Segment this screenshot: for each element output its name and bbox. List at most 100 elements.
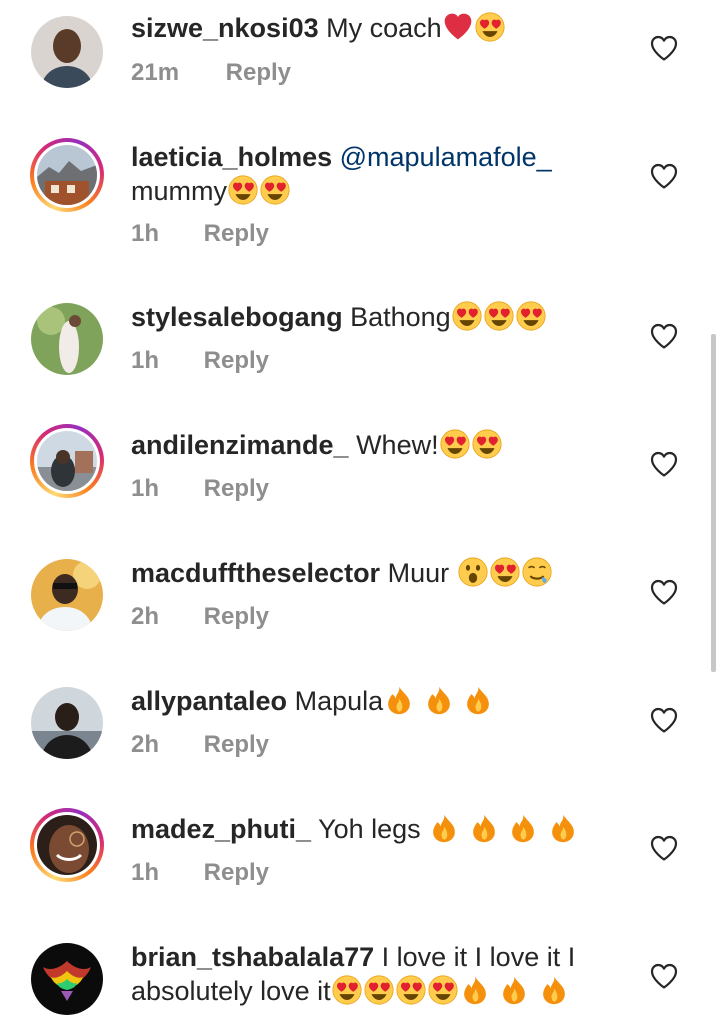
fire-emoji: [499, 975, 529, 1005]
reply-button[interactable]: Reply: [204, 220, 269, 248]
reply-button[interactable]: Reply: [226, 59, 291, 87]
avatar-image: [31, 687, 103, 759]
comment-meta: 1h Reply: [131, 475, 269, 503]
comment-username[interactable]: laeticia_holmes: [131, 142, 332, 172]
avatar-story-ring: [34, 812, 100, 878]
heart-eyes-emoji: [472, 429, 502, 459]
comments-list: sizwe_nkosi03 My coach 21m Reply laetici…: [0, 0, 720, 1022]
reply-button[interactable]: Reply: [204, 347, 269, 375]
comment-body: Mapula: [294, 686, 384, 716]
comment-text: laeticia_holmes @mapulamafole_ mummy: [131, 140, 601, 208]
heart-eyes-emoji: [260, 175, 290, 205]
avatar[interactable]: [30, 138, 104, 212]
avatar-image: [37, 431, 97, 491]
comment-username[interactable]: brian_tshabalala77: [131, 942, 374, 972]
fire-emoji: [429, 813, 459, 843]
comment-meta: 1h Reply: [131, 347, 269, 375]
avatar-image: [31, 16, 103, 88]
heart-outline-icon[interactable]: [650, 163, 678, 189]
comment-text: stylesalebogang Bathong: [131, 300, 601, 334]
avatar[interactable]: [30, 942, 104, 1016]
reply-button[interactable]: Reply: [204, 603, 269, 631]
comment-username[interactable]: andilenzimande_: [131, 430, 349, 460]
fire-emoji: [539, 975, 569, 1005]
reply-button[interactable]: Reply: [204, 475, 269, 503]
comment-body: My coach: [326, 13, 442, 43]
avatar-story-ring: [34, 428, 100, 494]
heart-outline-icon[interactable]: [650, 963, 678, 989]
comment-text: allypantaleo Mapula: [131, 684, 601, 718]
avatar-image: [31, 559, 103, 631]
comment-time: 2h: [131, 603, 160, 630]
comment-text: andilenzimande_ Whew!: [131, 428, 601, 462]
drooling-emoji: [522, 557, 552, 587]
avatar-story-ring: [34, 142, 100, 208]
comment-text: brian_tshabalala77 I love it I love it I…: [131, 940, 601, 1008]
heart-outline-icon[interactable]: [650, 835, 678, 861]
comment-time: 1h: [131, 347, 160, 374]
reply-button[interactable]: Reply: [204, 731, 269, 759]
comment-username[interactable]: allypantaleo: [131, 686, 287, 716]
heart-eyes-emoji: [396, 975, 426, 1005]
avatar[interactable]: [30, 808, 104, 882]
fire-emoji: [463, 685, 493, 715]
comment-time: 1h: [131, 859, 160, 886]
heart-eyes-emoji: [440, 429, 470, 459]
heart-outline-icon[interactable]: [650, 323, 678, 349]
heart-eyes-emoji: [228, 175, 258, 205]
red-heart-emoji: [443, 12, 473, 42]
heart-outline-icon[interactable]: [650, 451, 678, 477]
fire-emoji: [548, 813, 578, 843]
comment-mention[interactable]: @mapulamafole_: [340, 142, 552, 172]
comment-time: 1h: [131, 220, 160, 247]
reply-button[interactable]: Reply: [204, 859, 269, 887]
heart-eyes-emoji: [428, 975, 458, 1005]
comment-meta: 21m Reply: [131, 59, 291, 87]
avatar-image: [31, 303, 103, 375]
comment-meta: 2h Reply: [131, 731, 269, 759]
heart-eyes-emoji: [332, 975, 362, 1005]
comment-body: Bathong: [350, 302, 451, 332]
comment-body: Whew!: [356, 430, 439, 460]
fire-emoji: [424, 685, 454, 715]
comment-time: 21m: [131, 59, 180, 86]
comment-time: 1h: [131, 475, 160, 502]
heart-eyes-emoji: [516, 301, 546, 331]
avatar[interactable]: [30, 686, 104, 760]
avatar-image: [37, 145, 97, 205]
comment-text: sizwe_nkosi03 My coach: [131, 11, 601, 45]
heart-eyes-emoji: [475, 12, 505, 42]
comment-username[interactable]: stylesalebogang: [131, 302, 343, 332]
avatar[interactable]: [30, 424, 104, 498]
avatar[interactable]: [30, 302, 104, 376]
open-mouth-emoji: [458, 557, 488, 587]
heart-outline-icon[interactable]: [650, 707, 678, 733]
avatar[interactable]: [30, 558, 104, 632]
comment-username[interactable]: sizwe_nkosi03: [131, 13, 319, 43]
comment-time: 2h: [131, 731, 160, 758]
comment-username[interactable]: macdufftheselector: [131, 558, 380, 588]
fire-emoji: [384, 685, 414, 715]
comment-text: madez_phuti_ Yoh legs: [131, 812, 601, 846]
comment-text: macdufftheselector Muur: [131, 556, 601, 590]
comment-username[interactable]: madez_phuti_: [131, 814, 311, 844]
scrollbar[interactable]: [711, 334, 716, 672]
fire-emoji: [508, 813, 538, 843]
avatar-image: [37, 815, 97, 875]
heart-eyes-emoji: [484, 301, 514, 331]
heart-eyes-emoji: [364, 975, 394, 1005]
fire-emoji: [460, 975, 490, 1005]
heart-outline-icon[interactable]: [650, 35, 678, 61]
comment-meta: 2h Reply: [131, 603, 269, 631]
comment-meta: 1h Reply: [131, 220, 269, 248]
comment-body: mummy: [131, 176, 227, 206]
avatar[interactable]: [30, 15, 104, 89]
avatar-image: [31, 943, 103, 1015]
heart-outline-icon[interactable]: [650, 579, 678, 605]
comment-meta: 1h Reply: [131, 859, 269, 887]
heart-eyes-emoji: [490, 557, 520, 587]
fire-emoji: [469, 813, 499, 843]
comment-body: Yoh legs: [318, 814, 421, 844]
comment-body: Muur: [387, 558, 450, 588]
heart-eyes-emoji: [452, 301, 482, 331]
